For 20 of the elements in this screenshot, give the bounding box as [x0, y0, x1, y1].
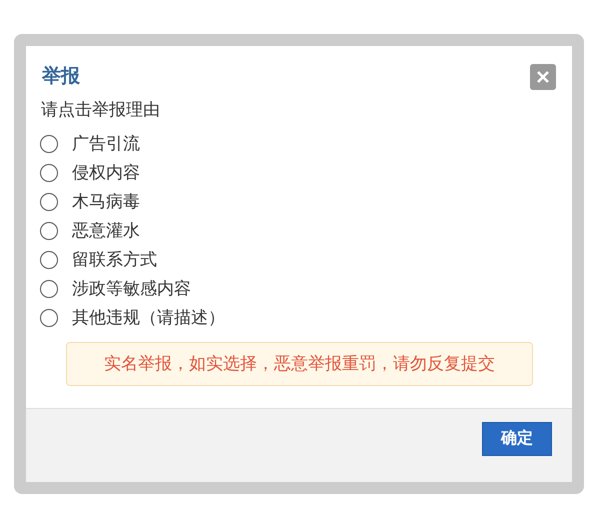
- close-button[interactable]: [530, 64, 556, 90]
- radio-button[interactable]: [40, 135, 58, 153]
- reason-option[interactable]: 侵权内容: [40, 158, 140, 188]
- reason-option[interactable]: 广告引流: [40, 130, 140, 158]
- reason-option[interactable]: 恶意灌水: [40, 216, 140, 246]
- reason-option[interactable]: 留联系方式: [40, 246, 157, 274]
- radio-button[interactable]: [40, 280, 58, 298]
- reason-option[interactable]: 其他违规（请描述）: [40, 304, 225, 332]
- radio-button[interactable]: [40, 164, 58, 182]
- prompt-text: 请点击举报理由: [41, 98, 161, 120]
- dialog-title: 举报: [42, 64, 80, 89]
- reason-option[interactable]: 木马病毒: [40, 188, 140, 216]
- confirm-button[interactable]: 确定: [482, 422, 552, 456]
- notice-banner: 实名举报，如实选择，恶意举报重罚，请勿反复提交: [66, 342, 533, 386]
- reason-option[interactable]: 涉政等敏感内容: [40, 274, 191, 304]
- radio-button[interactable]: [40, 222, 58, 240]
- close-icon: [537, 71, 549, 84]
- radio-button[interactable]: [40, 309, 58, 327]
- radio-button[interactable]: [40, 193, 58, 211]
- radio-button[interactable]: [40, 251, 58, 269]
